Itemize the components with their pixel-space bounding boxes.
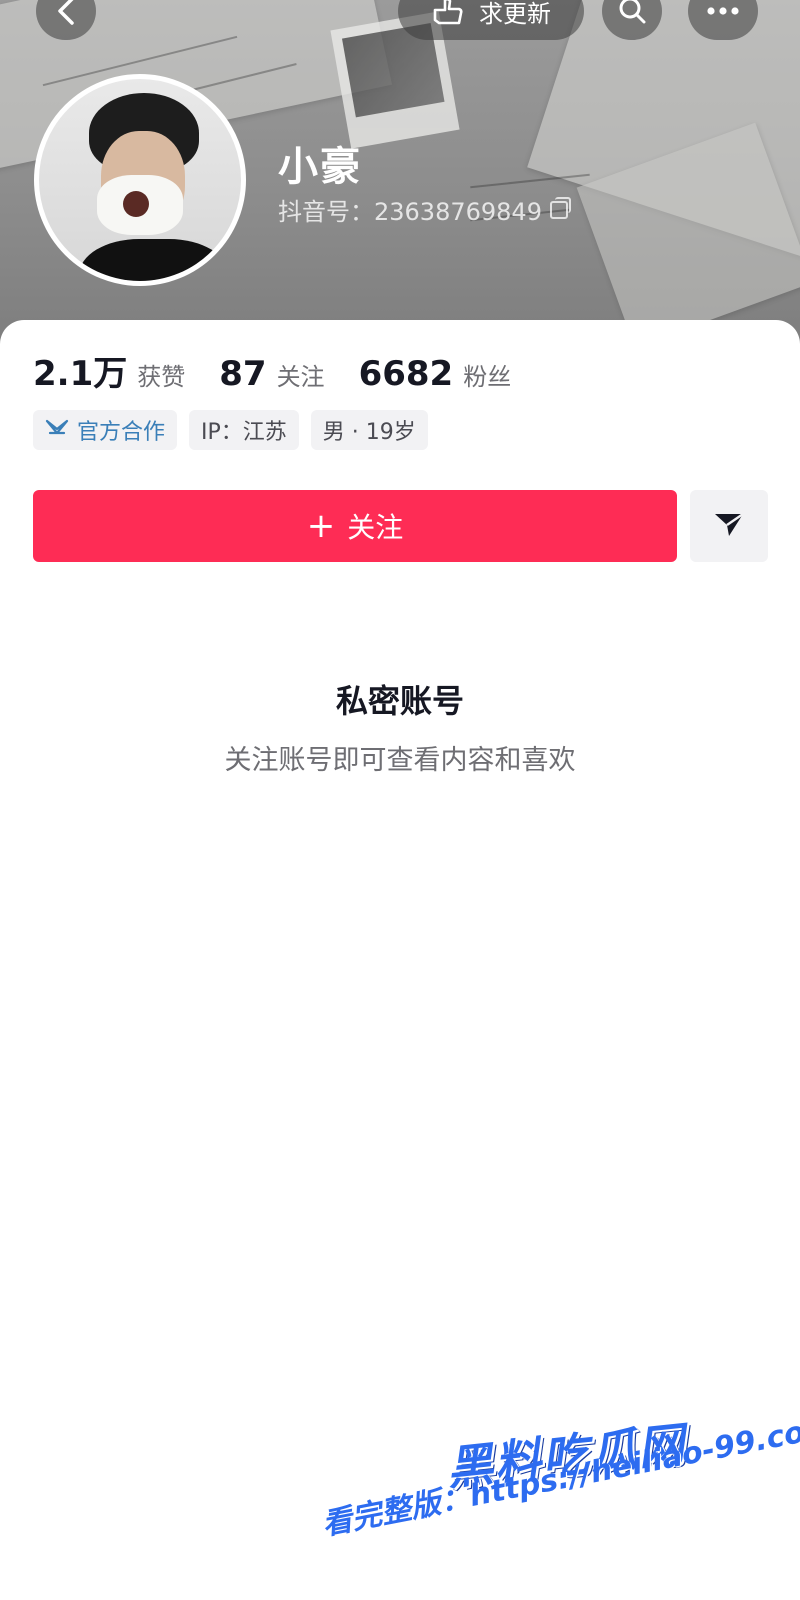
stat-following[interactable]: 87 关注 — [219, 354, 324, 394]
update-hand-icon — [431, 0, 465, 26]
gender-age-label: 男 · 19岁 — [322, 420, 416, 445]
douyin-id-row[interactable]: 抖音号：23638769849 — [278, 192, 571, 227]
profile-banner: 求更新 小豪 抖音号：23638769849 — [0, 0, 800, 345]
tag-official-partner[interactable]: 官方合作 — [33, 410, 178, 450]
stats-row: 2.1万 获赞 87 关注 6682 粉丝 — [33, 346, 545, 395]
douyin-id-text: 抖音号：23638769849 — [278, 198, 542, 226]
stat-value: 87 — [219, 354, 267, 394]
stat-label: 粉丝 — [463, 363, 512, 391]
private-account-subtitle: 关注账号即可查看内容和喜欢 — [224, 745, 576, 776]
ip-location-label: IP：江苏 — [201, 420, 287, 445]
plus-icon: + — [306, 506, 336, 546]
stat-value: 2.1万 — [33, 354, 128, 394]
profile-tags: 官方合作 IP：江苏 男 · 19岁 — [33, 410, 428, 450]
private-account-title: 私密账号 — [335, 682, 464, 720]
tag-ip-location: IP：江苏 — [189, 410, 299, 450]
send-message-button[interactable] — [690, 490, 768, 562]
follow-button[interactable]: + 关注 — [33, 490, 677, 562]
follow-label: 关注 — [347, 511, 404, 544]
search-icon — [617, 0, 647, 26]
profile-nickname: 小豪 — [278, 144, 362, 190]
stat-label: 关注 — [276, 363, 325, 391]
official-partner-label: 官方合作 — [77, 420, 166, 445]
request-update-label: 求更新 — [479, 0, 551, 28]
copy-icon[interactable] — [549, 196, 571, 219]
official-partner-icon — [45, 417, 69, 443]
avatar[interactable] — [34, 74, 246, 286]
tag-gender-age: 男 · 19岁 — [310, 410, 428, 450]
request-update-button[interactable]: 求更新 — [398, 0, 584, 40]
more-icon — [706, 6, 740, 16]
stat-value: 6682 — [358, 354, 454, 394]
stat-likes[interactable]: 2.1万 获赞 — [33, 346, 185, 395]
stat-followers[interactable]: 6682 粉丝 — [359, 354, 512, 394]
back-icon — [56, 0, 76, 26]
stat-label: 获赞 — [137, 363, 186, 391]
send-icon — [713, 510, 745, 542]
